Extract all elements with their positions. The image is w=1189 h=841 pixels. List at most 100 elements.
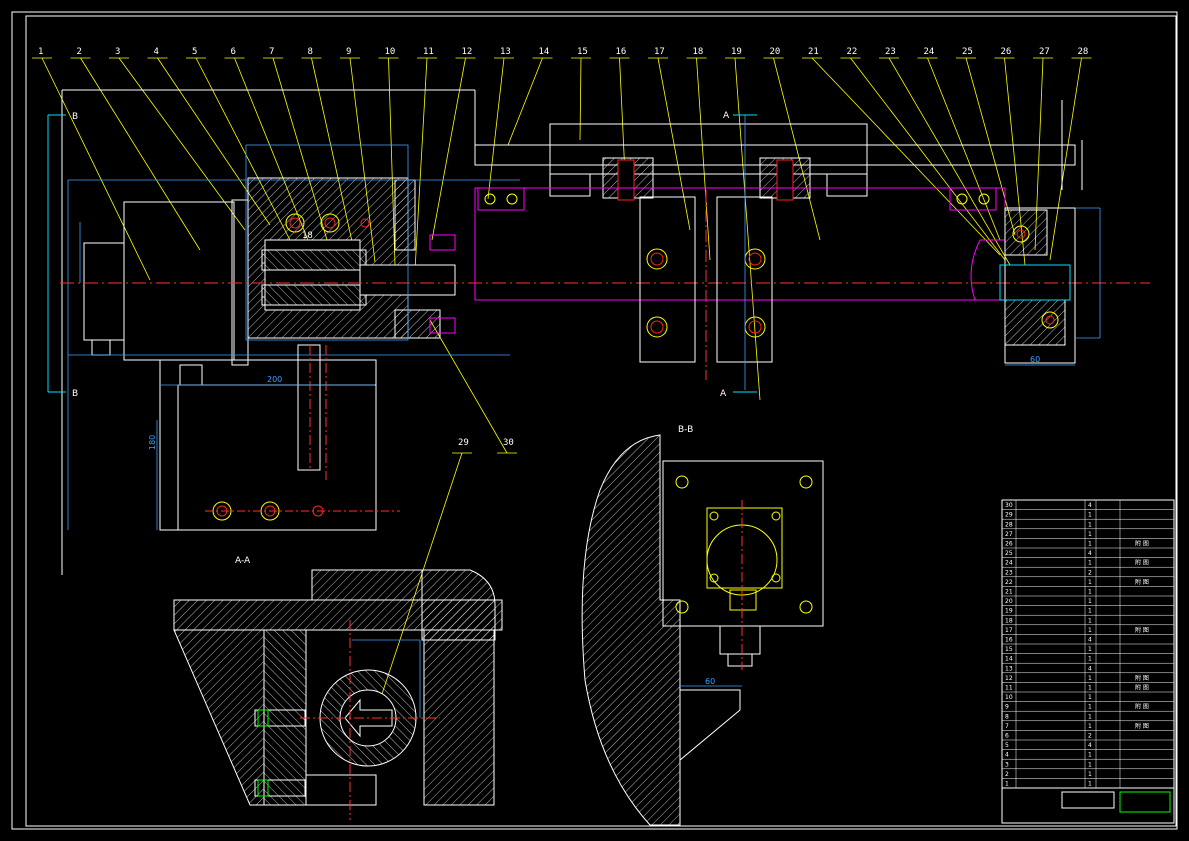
row-qty: 1: [1088, 512, 1092, 519]
balloon-24: 24: [924, 47, 935, 57]
section-bb-label: B-B: [678, 425, 693, 435]
balloon-29: 29: [458, 438, 469, 448]
row-qty: 1: [1088, 675, 1092, 682]
balloon-19: 19: [731, 47, 742, 57]
row-note: 附 图: [1135, 540, 1149, 548]
row-number: 28: [1005, 521, 1013, 528]
balloon-30: 30: [503, 438, 514, 448]
row-number: 25: [1005, 550, 1013, 557]
row-note: 附 图: [1135, 703, 1149, 711]
row-qty: 1: [1088, 617, 1092, 624]
row-note: 附 图: [1135, 684, 1149, 692]
row-qty: 2: [1088, 733, 1092, 740]
balloon-7: 7: [269, 47, 274, 57]
cad-drawing: 1 2 3 4 5 6 7 8 9 10 11 12 13 14 15 16 17 18 19 20 21 22 23 24 2…: [0, 0, 1189, 841]
row-number: 19: [1005, 608, 1013, 615]
row-qty: 1: [1088, 685, 1092, 692]
row-qty: 1: [1088, 541, 1092, 548]
row-qty: 4: [1088, 665, 1092, 672]
row-qty: 1: [1088, 704, 1092, 711]
row-number: 11: [1005, 685, 1013, 692]
row-qty: 1: [1088, 723, 1092, 730]
row-number: 24: [1005, 560, 1013, 567]
row-qty: 1: [1088, 608, 1092, 615]
row-qty: 1: [1088, 646, 1092, 653]
row-number: 10: [1005, 694, 1013, 701]
balloon-3: 3: [115, 47, 120, 57]
row-qty: 4: [1088, 550, 1092, 557]
balloon-8: 8: [308, 47, 313, 57]
row-number: 6: [1005, 733, 1009, 740]
row-number: 9: [1005, 704, 1009, 711]
row-number: 3: [1005, 761, 1009, 768]
dim-60-bb: 60: [705, 677, 715, 686]
balloon-23: 23: [885, 47, 896, 57]
balloon-5: 5: [192, 47, 197, 57]
dim-60-right: 60: [1030, 355, 1040, 364]
balloon-17: 17: [654, 47, 665, 57]
row-qty: 1: [1088, 694, 1092, 701]
cut-b-bottom: B: [72, 389, 78, 399]
row-number: 26: [1005, 541, 1013, 548]
row-number: 18: [1005, 617, 1013, 624]
row-qty: 1: [1088, 521, 1092, 528]
balloon-6: 6: [231, 47, 236, 57]
row-number: 4: [1005, 752, 1009, 759]
row-qty: 1: [1088, 771, 1092, 778]
cut-a-bottom: A: [720, 389, 727, 399]
row-number: 17: [1005, 627, 1013, 634]
row-qty: 1: [1088, 752, 1092, 759]
balloon-22: 22: [847, 47, 858, 57]
row-number: 12: [1005, 675, 1013, 682]
row-number: 21: [1005, 589, 1013, 596]
row-qty: 1: [1088, 589, 1092, 596]
balloon-1: 1: [38, 47, 43, 57]
row-qty: 1: [1088, 579, 1092, 586]
balloon-14: 14: [539, 47, 550, 57]
section-aa-label: A-A: [235, 556, 251, 566]
balloon-21: 21: [808, 47, 819, 57]
balloon-11: 11: [423, 47, 434, 57]
row-qty: 1: [1088, 627, 1092, 634]
dim-18: 18: [302, 231, 313, 241]
row-qty: 1: [1088, 713, 1092, 720]
balloon-28: 28: [1078, 47, 1089, 57]
balloon-15: 15: [577, 47, 588, 57]
dim-180: 180: [148, 435, 157, 450]
row-qty: 1: [1088, 598, 1092, 605]
output-shaft: [359, 264, 456, 296]
row-qty: 1: [1088, 560, 1092, 567]
row-number: 5: [1005, 742, 1009, 749]
row-number: 29: [1005, 512, 1013, 519]
balloon-20: 20: [770, 47, 781, 57]
row-number: 30: [1005, 502, 1013, 509]
balloon-16: 16: [616, 47, 627, 57]
balloon-4: 4: [154, 47, 159, 57]
row-note: 附 图: [1135, 674, 1149, 682]
row-qty: 2: [1088, 569, 1092, 576]
row-note: 附 图: [1135, 722, 1149, 730]
balloon-12: 12: [462, 47, 473, 57]
row-number: 7: [1005, 723, 1009, 730]
balloon-10: 10: [385, 47, 396, 57]
row-qty: 1: [1088, 656, 1092, 663]
balloon-2: 2: [77, 47, 82, 57]
dim-200: 200: [267, 375, 282, 384]
row-number: 23: [1005, 569, 1013, 576]
balloon-18: 18: [693, 47, 704, 57]
row-number: 8: [1005, 713, 1009, 720]
row-number: 22: [1005, 579, 1013, 586]
balloon-25: 25: [962, 47, 973, 57]
row-qty: 1: [1088, 531, 1092, 538]
row-number: 16: [1005, 637, 1013, 644]
cut-a-top: A: [723, 111, 730, 121]
row-qty: 1: [1088, 761, 1092, 768]
row-number: 2: [1005, 771, 1009, 778]
row-number: 15: [1005, 646, 1013, 653]
row-qty: 4: [1088, 637, 1092, 644]
row-qty: 4: [1088, 742, 1092, 749]
row-number: 14: [1005, 656, 1013, 663]
row-qty: 4: [1088, 502, 1092, 509]
row-note: 附 图: [1135, 559, 1149, 567]
balloon-26: 26: [1001, 47, 1012, 57]
